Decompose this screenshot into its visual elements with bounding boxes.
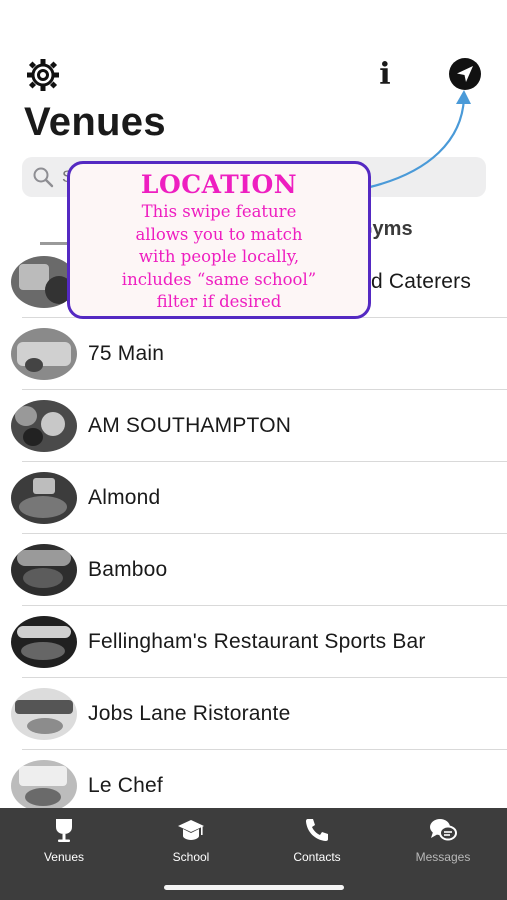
venue-name: Almond	[88, 486, 161, 509]
tab-label: Messages	[415, 850, 471, 864]
list-item[interactable]: Almond	[0, 462, 507, 534]
venue-avatar	[11, 688, 77, 740]
venue-avatar	[11, 760, 77, 812]
page-title: Venues	[24, 100, 166, 144]
tab-school[interactable]: School	[141, 816, 241, 872]
chat-bubbles-icon	[430, 819, 457, 841]
venue-name: Bamboo	[88, 558, 168, 581]
tooltip-line: filter if desired	[156, 292, 282, 311]
venue-avatar	[11, 616, 77, 668]
gear-icon[interactable]	[24, 58, 62, 92]
tab-label: School	[172, 850, 210, 864]
venue-avatar	[11, 328, 77, 380]
tab-label: Contacts	[293, 850, 341, 864]
tooltip-title: LOCATION	[140, 170, 298, 199]
tab-venues[interactable]: Venues	[14, 816, 114, 872]
venue-name: AM SOUTHAMPTON	[88, 414, 292, 437]
phone-icon	[306, 819, 328, 841]
tooltip-line: allows you to match	[135, 224, 303, 244]
list-item[interactable]: Jobs Lane Ristorante	[0, 678, 507, 750]
venue-name: d Caterers	[371, 270, 472, 293]
graduation-cap-icon	[178, 820, 204, 840]
search-icon	[33, 167, 54, 188]
venue-avatar	[11, 400, 77, 452]
venue-avatar	[11, 544, 77, 596]
list-item[interactable]: AM SOUTHAMPTON	[0, 390, 507, 462]
venue-name: Le Chef	[88, 774, 163, 797]
callout-arrow	[369, 90, 471, 189]
venue-name: Fellingham's Restaurant Sports Bar	[88, 630, 426, 653]
venue-name: 75 Main	[88, 342, 165, 365]
tooltip-line: This swipe feature	[141, 202, 297, 221]
tooltip-body: This swipe feature allows you to match w…	[70, 201, 368, 314]
home-indicator[interactable]	[164, 885, 344, 890]
list-item[interactable]: Bamboo	[0, 534, 507, 606]
wine-glass-icon	[56, 819, 72, 842]
location-tooltip: LOCATION This swipe feature allows you t…	[67, 161, 371, 319]
venue-name: Jobs Lane Ristorante	[88, 702, 291, 725]
tab-messages[interactable]: Messages	[393, 816, 493, 872]
tab-contacts[interactable]: Contacts	[267, 816, 367, 872]
tooltip-line: includes “same school”	[121, 269, 317, 289]
tooltip-line: with people locally,	[138, 247, 300, 266]
tab-label: Venues	[43, 850, 85, 864]
list-item[interactable]: Fellingham's Restaurant Sports Bar	[0, 606, 507, 678]
venue-avatar	[11, 472, 77, 524]
venue-list: d Caterers 75 Main AM SOUTHAMPTON Almond	[0, 246, 507, 822]
list-item[interactable]: 75 Main	[0, 318, 507, 390]
